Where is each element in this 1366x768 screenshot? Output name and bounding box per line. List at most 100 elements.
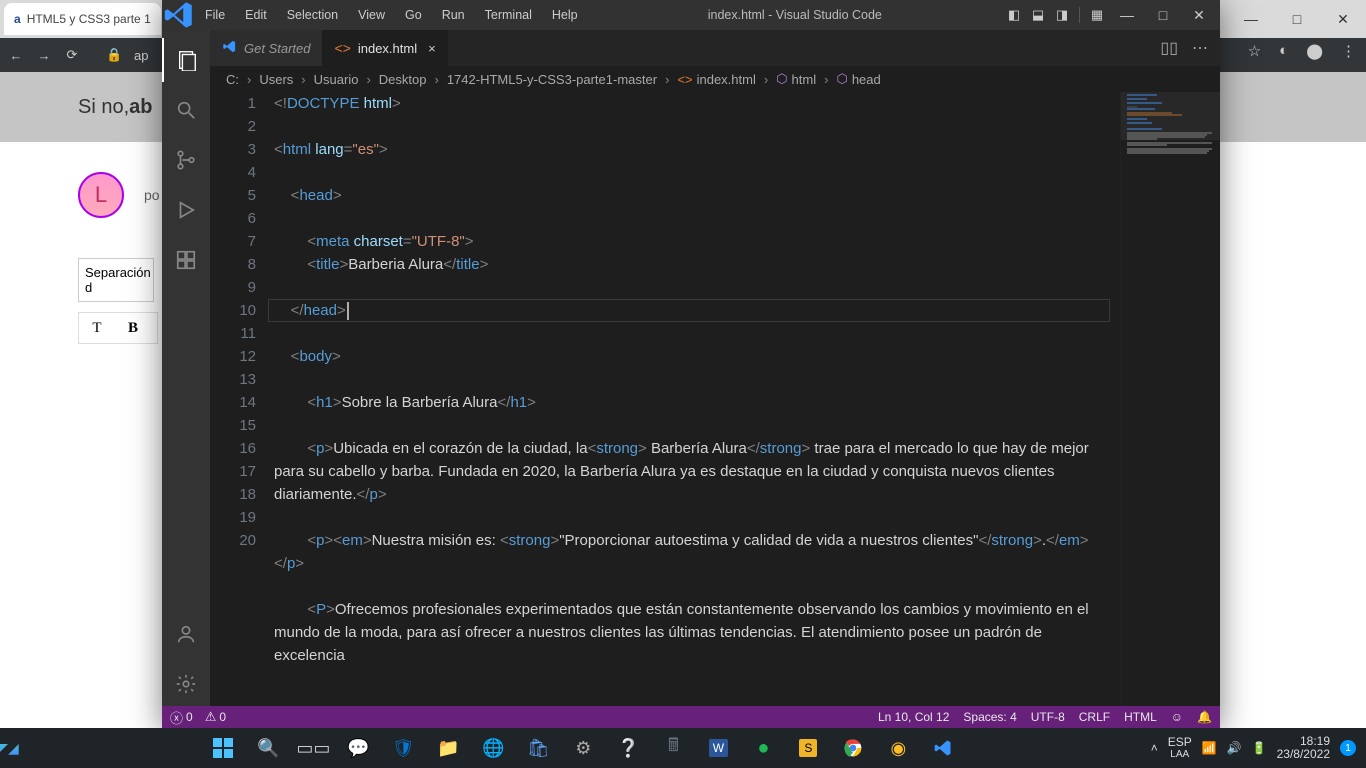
line-numbers: 1234567891011121314151617181920	[210, 92, 268, 706]
titlebar: File Edit Selection View Go Run Terminal…	[162, 0, 1220, 30]
obs-icon[interactable]: ⚙	[564, 729, 602, 767]
forward-icon[interactable]: →	[36, 48, 52, 63]
language-mode[interactable]: HTML	[1124, 710, 1157, 724]
source-control-icon[interactable]	[162, 138, 210, 182]
close-button[interactable]: ✕	[1182, 1, 1216, 29]
maximize-button[interactable]: □	[1146, 1, 1180, 29]
app-icon[interactable]: S	[789, 729, 827, 767]
menu-edit[interactable]: Edit	[236, 4, 276, 26]
security-icon[interactable]: 🛡	[384, 729, 422, 767]
widgets-button[interactable]: ◤◢	[0, 728, 16, 768]
profile-icon[interactable]: ⬤	[1306, 42, 1323, 60]
word-icon[interactable]: W	[699, 729, 737, 767]
chrome-icon[interactable]	[834, 729, 872, 767]
layout-right-icon[interactable]: ◨	[1051, 5, 1073, 25]
status-bar: ⓧ0 ⚠0 Ln 10, Col 12 Spaces: 4 UTF-8 CRLF…	[162, 706, 1220, 728]
bold-button[interactable]: B	[115, 313, 151, 343]
close-icon[interactable]: ×	[428, 41, 436, 56]
address-text[interactable]: ap	[134, 48, 148, 63]
more-actions-icon[interactable]: ⋯	[1192, 38, 1208, 58]
feedback-icon[interactable]: ☺	[1171, 710, 1183, 724]
encoding[interactable]: UTF-8	[1031, 710, 1065, 724]
star-icon[interactable]: ☆	[1248, 42, 1261, 60]
chrome-canary-icon[interactable]: ◉	[879, 729, 917, 767]
menu-file[interactable]: File	[196, 4, 234, 26]
layout-left-icon[interactable]: ◧	[1003, 5, 1025, 25]
tab-get-started[interactable]: Get Started	[210, 30, 322, 66]
menu-icon[interactable]: ⋮	[1341, 42, 1356, 60]
banner-text-bold: ab	[129, 96, 152, 119]
menu-help[interactable]: Help	[543, 4, 587, 26]
spotify-icon[interactable]: ●	[744, 729, 782, 767]
post-meta: po	[144, 187, 160, 203]
warnings-status[interactable]: ⚠0	[205, 709, 226, 725]
bc-seg[interactable]: html	[792, 72, 817, 87]
menu-terminal[interactable]: Terminal	[476, 4, 541, 26]
reload-icon[interactable]: ⟳	[64, 47, 80, 63]
menu-view[interactable]: View	[349, 4, 394, 26]
windows-taskbar: ◤◢ 🔍 ▭▭ 💬 🛡 📁 🌐 🛍 ⚙ ❔ 🖩 W ● S ◉ ˄ ESP LA…	[0, 728, 1366, 768]
layout-bottom-icon[interactable]: ⬓	[1027, 5, 1049, 25]
task-view-button[interactable]: ▭▭	[294, 729, 332, 767]
layout-customize-icon[interactable]: ▦	[1086, 5, 1108, 25]
minimize-button[interactable]: —	[1110, 1, 1144, 29]
browser-window-controls: — □ ✕	[1228, 0, 1366, 38]
split-editor-icon[interactable]: ▯▯	[1160, 38, 1178, 58]
bc-seg[interactable]: Users	[259, 72, 293, 87]
font-size-button[interactable]: T	[79, 313, 115, 343]
eol[interactable]: CRLF	[1079, 710, 1110, 724]
indentation[interactable]: Spaces: 4	[963, 710, 1016, 724]
explorer-icon[interactable]	[162, 38, 210, 82]
clock[interactable]: 18:19 23/8/2022	[1277, 735, 1330, 761]
code-area[interactable]: <!DOCTYPE html><html lang="es"> <head> <…	[268, 92, 1220, 706]
search-button[interactable]: 🔍	[249, 729, 287, 767]
help-icon[interactable]: ❔	[609, 729, 647, 767]
battery-icon[interactable]: 🔋	[1252, 741, 1267, 755]
notification-badge[interactable]: 1	[1340, 740, 1356, 756]
bc-seg[interactable]: Desktop	[379, 72, 427, 87]
settings-gear-icon[interactable]	[162, 662, 210, 706]
volume-icon[interactable]: 🔊	[1227, 741, 1242, 755]
extension-icon[interactable]: ◐	[1279, 42, 1288, 60]
calculator-icon[interactable]: 🖩	[654, 729, 692, 767]
vscode-window: File Edit Selection View Go Run Terminal…	[162, 0, 1220, 728]
menu-go[interactable]: Go	[396, 4, 431, 26]
edge-icon[interactable]: 🌐	[474, 729, 512, 767]
editor[interactable]: 1234567891011121314151617181920 <!DOCTYP…	[210, 92, 1220, 706]
errors-status[interactable]: ⓧ0	[170, 708, 193, 727]
menu-run[interactable]: Run	[433, 4, 474, 26]
minimap[interactable]	[1120, 92, 1220, 706]
activity-bar	[162, 30, 210, 706]
vscode-taskbar-icon[interactable]	[924, 729, 962, 767]
file-explorer-icon[interactable]: 📁	[429, 729, 467, 767]
bc-seg[interactable]: Usuario	[314, 72, 359, 87]
cursor-position[interactable]: Ln 10, Col 12	[878, 710, 949, 724]
store-icon[interactable]: 🛍	[519, 729, 557, 767]
menu-selection[interactable]: Selection	[278, 4, 347, 26]
tab-label: index.html	[358, 41, 417, 56]
bc-seg[interactable]: C:	[226, 72, 239, 87]
close-button[interactable]: ✕	[1320, 0, 1366, 38]
back-icon[interactable]: ←	[8, 48, 24, 63]
search-icon[interactable]	[162, 88, 210, 132]
account-icon[interactable]	[162, 612, 210, 656]
start-button[interactable]	[204, 729, 242, 767]
teams-icon[interactable]: 💬	[339, 729, 377, 767]
bc-seg[interactable]: index.html	[697, 72, 756, 87]
bc-seg[interactable]: head	[852, 72, 881, 87]
extensions-icon[interactable]	[162, 238, 210, 282]
language-indicator[interactable]: ESP LAA	[1168, 736, 1192, 760]
avatar[interactable]: L	[78, 172, 124, 218]
system-tray: ˄ ESP LAA 📶 🔊 🔋 18:19 23/8/2022 1	[1151, 735, 1366, 761]
tab-index-html[interactable]: <> index.html ×	[322, 30, 447, 66]
notifications-icon[interactable]: 🔔	[1197, 710, 1212, 724]
wifi-icon[interactable]: 📶	[1202, 741, 1217, 755]
bc-seg[interactable]: 1742-HTML5-y-CSS3-parte1-master	[447, 72, 657, 87]
browser-tab[interactable]: a HTML5 y CSS3 parte 1	[4, 3, 161, 35]
tray-overflow-icon[interactable]: ˄	[1151, 741, 1158, 755]
minimize-button[interactable]: —	[1228, 0, 1274, 38]
breadcrumb[interactable]: C: Users Usuario Desktop 1742-HTML5-y-CS…	[210, 66, 1220, 92]
vscode-logo-icon	[162, 0, 196, 32]
maximize-button[interactable]: □	[1274, 0, 1320, 38]
run-debug-icon[interactable]	[162, 188, 210, 232]
